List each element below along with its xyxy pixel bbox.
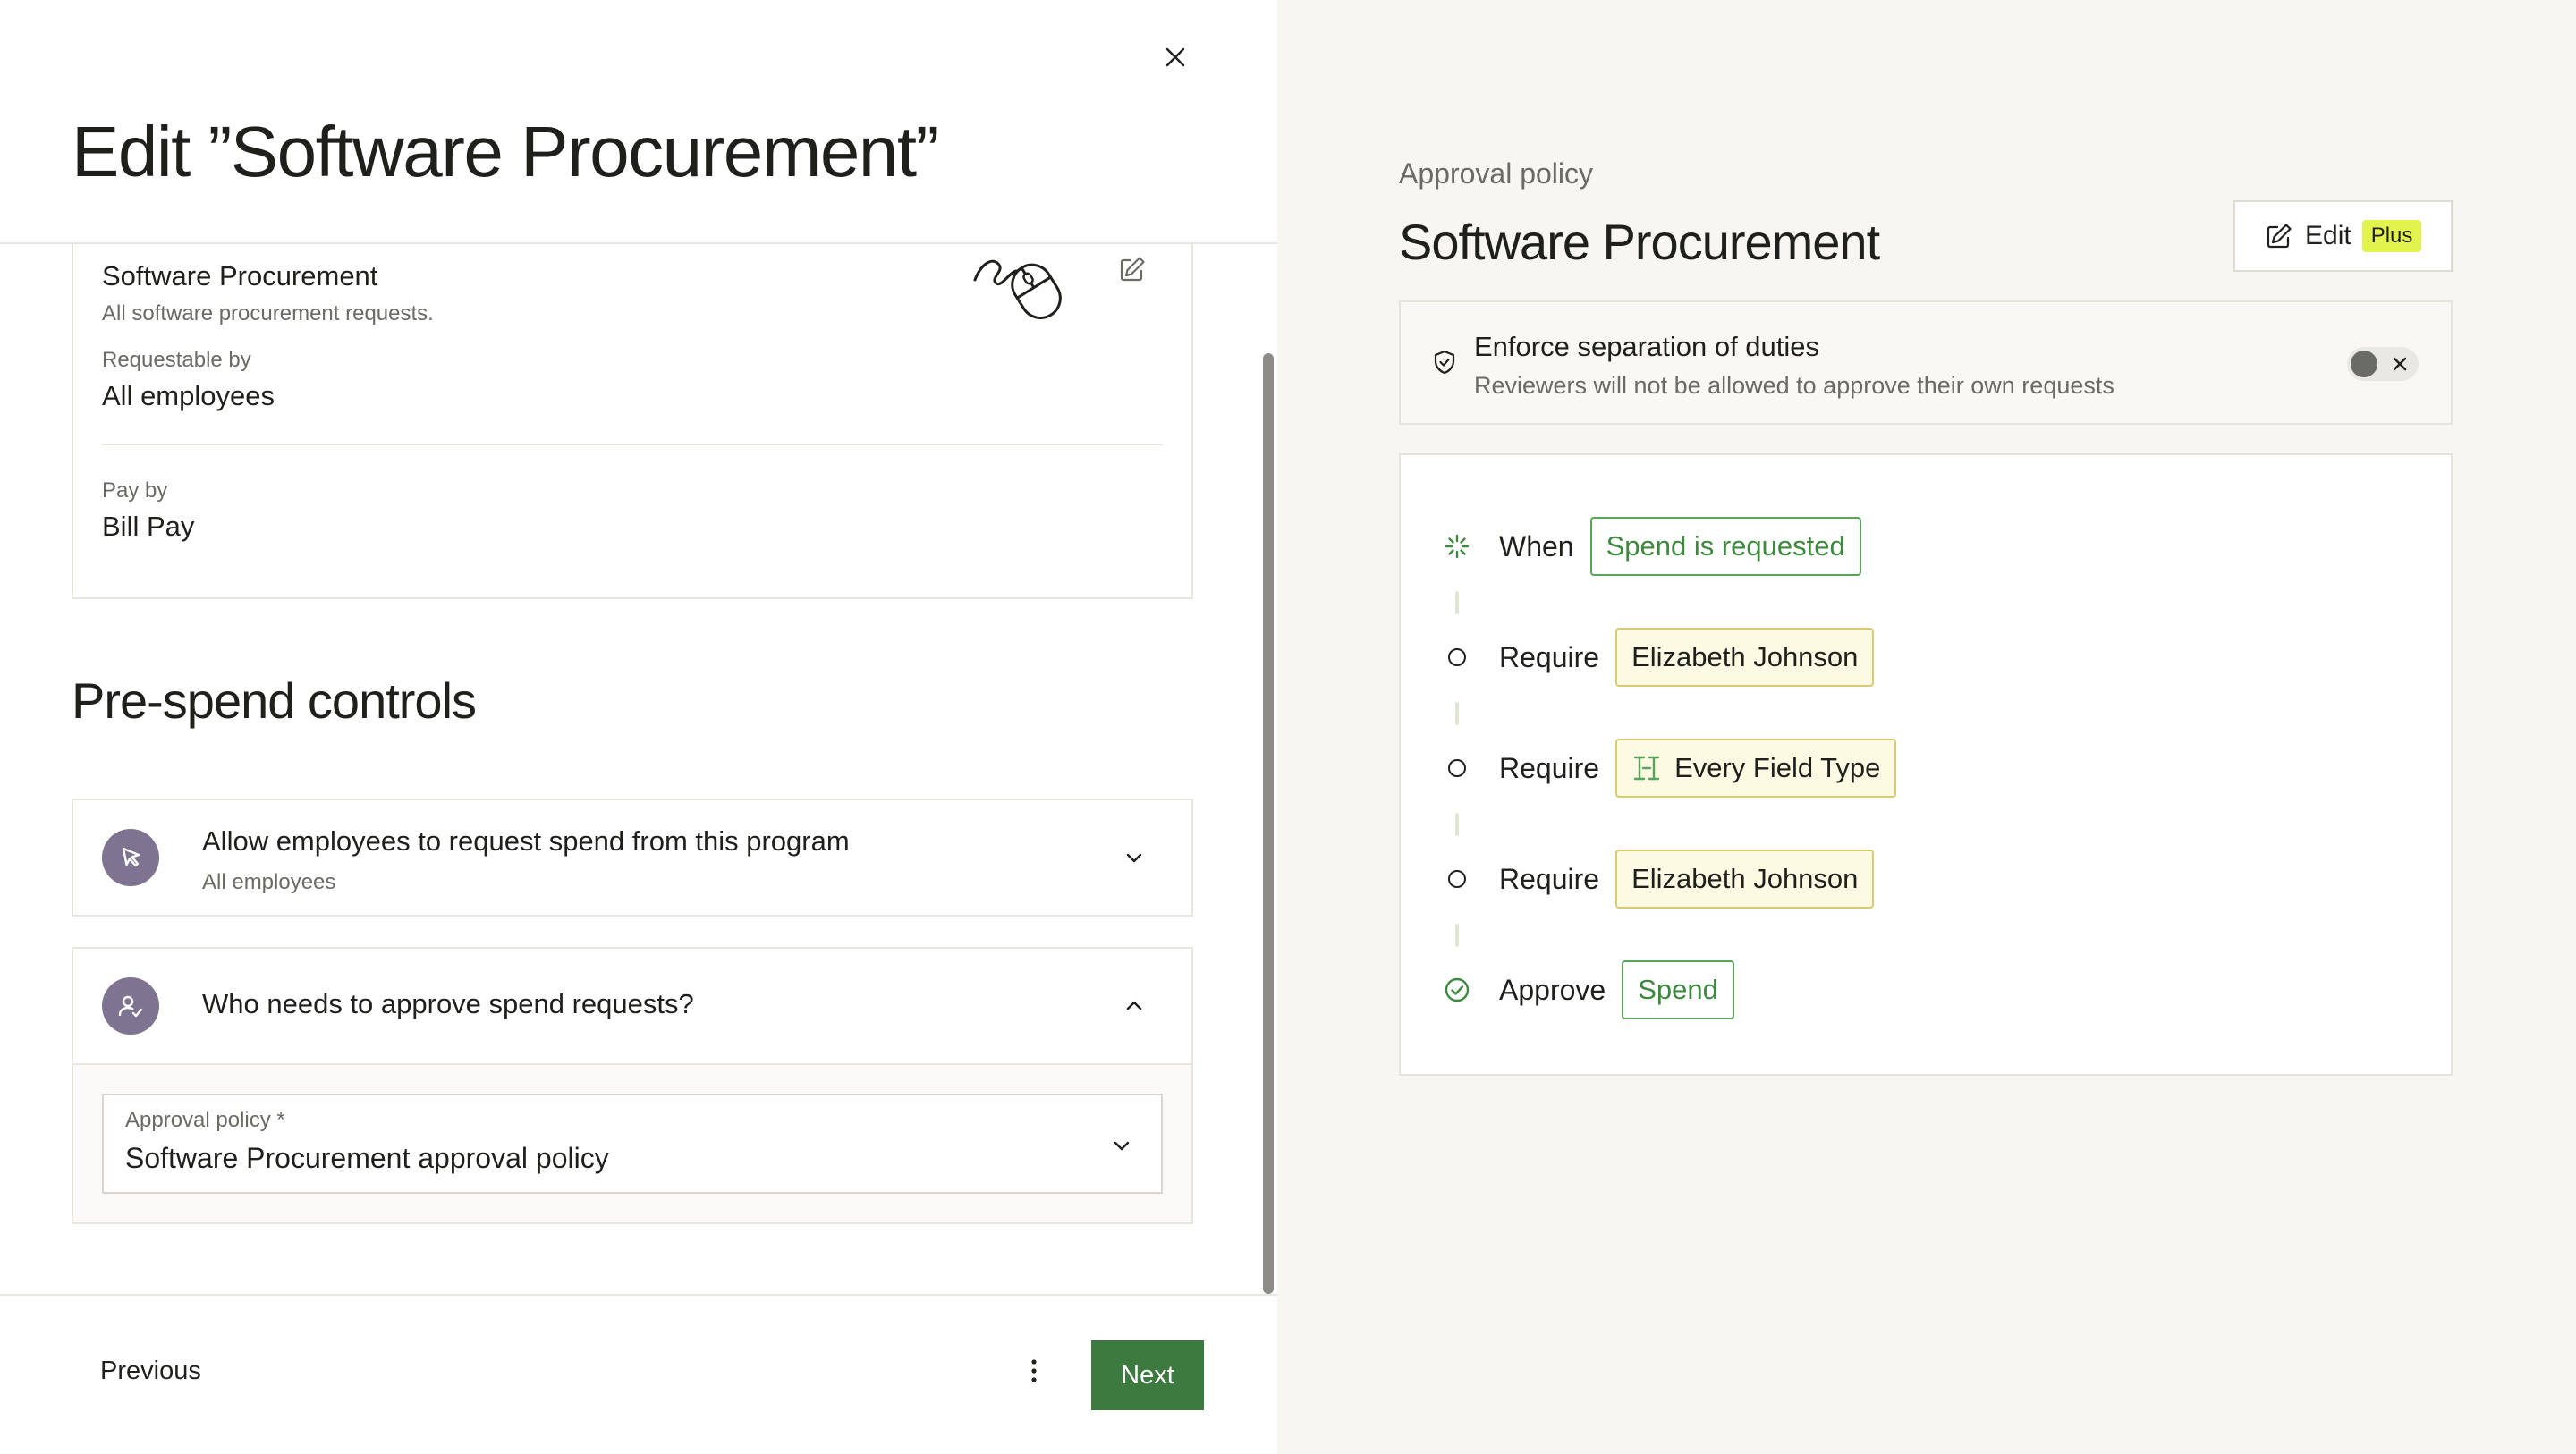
edit-program-panel: Edit ”Software Procurement” Software Pro…	[0, 0, 1277, 1454]
program-description: All software procurement requests.	[102, 301, 434, 325]
flow-connector	[1455, 924, 1459, 947]
circle-icon	[1444, 866, 1470, 892]
flow-verb: When	[1499, 529, 1574, 562]
accordion-subtitle: All employees	[202, 870, 336, 894]
flow-chip: Spend is requested	[1589, 517, 1861, 576]
flow-chip-label: Every Field Type	[1674, 752, 1881, 783]
plus-badge: Plus	[2361, 220, 2422, 252]
scroll-area: Software Procurement All software procur…	[0, 244, 1277, 1294]
next-button[interactable]: Next	[1091, 1340, 1204, 1410]
pay-by-value: Bill Pay	[102, 511, 195, 542]
flow-connector	[1455, 591, 1459, 614]
more-options-button[interactable]	[1014, 1351, 1054, 1391]
flow-verb: Require	[1499, 751, 1600, 784]
pay-by-label: Pay by	[102, 478, 168, 503]
flow-connector	[1455, 813, 1459, 836]
flow-verb: Approve	[1499, 973, 1606, 1006]
flow-step: Approve Spend	[1444, 959, 1734, 1020]
program-name: Software Procurement	[102, 260, 378, 292]
toggle-knob	[2351, 351, 2377, 377]
approval-policy-label: Approval policy *	[125, 1108, 285, 1132]
flow-step: Require Elizabeth Johnson	[1444, 849, 1875, 909]
footer: Previous Next	[0, 1294, 1277, 1454]
approval-policy-preview: Approval policy Software Procurement Edi…	[1277, 0, 2576, 1454]
request-spend-accordion: Allow employees to request spend from th…	[72, 799, 1193, 917]
circle-icon	[1444, 755, 1470, 782]
page-title: Edit ”Software Procurement”	[72, 112, 939, 191]
flow-connector	[1455, 702, 1459, 725]
flow-verb: Require	[1499, 640, 1600, 673]
approval-flow-card: When Spend is requested Require Elizabet…	[1399, 453, 2453, 1076]
requestable-by-value: All employees	[102, 380, 275, 411]
preview-title: Software Procurement	[1399, 214, 1880, 270]
circle-icon	[1444, 644, 1470, 671]
text-cursor-icon	[1631, 753, 1662, 783]
accordion-title: Who needs to approve spend requests?	[202, 988, 694, 1019]
approvers-accordion-header[interactable]: Who needs to approve spend requests?	[73, 949, 1191, 1063]
requestable-by-label: Requestable by	[102, 348, 251, 372]
separation-of-duties-card: Enforce separation of duties Reviewers w…	[1399, 300, 2453, 425]
chevron-down-icon	[1104, 1128, 1140, 1163]
check-circle-icon	[1444, 976, 1470, 1003]
separation-description: Reviewers will not be allowed to approve…	[1474, 372, 2114, 399]
chevron-down-icon	[1116, 840, 1152, 875]
previous-button[interactable]: Previous	[75, 1337, 226, 1405]
approval-policy-select[interactable]: Approval policy * Software Procurement a…	[102, 1094, 1163, 1194]
flow-chip: Elizabeth Johnson	[1615, 850, 1875, 909]
edit-details-button[interactable]	[1114, 251, 1150, 287]
flow-chip: Spend	[1622, 960, 1734, 1019]
edit-policy-label: Edit	[2305, 221, 2351, 250]
flow-chip: Elizabeth Johnson	[1615, 628, 1875, 687]
more-vertical-icon	[1031, 1359, 1037, 1382]
separation-title: Enforce separation of duties	[1474, 331, 1820, 362]
approvers-accordion-body: Approval policy * Software Procurement a…	[73, 1063, 1191, 1222]
shield-check-icon	[1429, 347, 1460, 377]
close-icon	[1165, 47, 1185, 67]
mouse-illustration	[973, 259, 1062, 319]
flow-step: Require Every Field Type	[1444, 738, 1897, 799]
separation-toggle[interactable]	[2347, 347, 2419, 381]
edit-policy-button[interactable]: Edit Plus	[2233, 200, 2453, 272]
edit-icon	[1120, 257, 1145, 282]
request-spend-accordion-header[interactable]: Allow employees to request spend from th…	[73, 800, 1191, 915]
user-check-icon	[102, 977, 159, 1035]
flow-chip: Every Field Type	[1615, 739, 1897, 798]
close-button[interactable]	[1157, 39, 1193, 75]
scrollbar-thumb[interactable]	[1263, 353, 1274, 1294]
edit-icon	[2264, 221, 2294, 251]
approvers-accordion: Who needs to approve spend requests? App…	[72, 947, 1193, 1224]
pre-spend-controls-heading: Pre-spend controls	[72, 672, 477, 729]
preview-eyebrow: Approval policy	[1399, 157, 1593, 190]
flow-step: When Spend is requested	[1444, 516, 1861, 577]
flow-verb: Require	[1499, 862, 1600, 895]
loader-icon	[1444, 533, 1470, 560]
close-icon	[2388, 352, 2411, 376]
details-divider	[102, 444, 1163, 445]
accordion-title: Allow employees to request spend from th…	[202, 825, 850, 857]
program-details-card: Software Procurement All software procur…	[72, 244, 1193, 599]
flow-step: Require Elizabeth Johnson	[1444, 627, 1875, 688]
cursor-icon	[102, 829, 159, 886]
chevron-up-icon	[1116, 988, 1152, 1024]
approval-policy-value: Software Procurement approval policy	[125, 1142, 609, 1174]
